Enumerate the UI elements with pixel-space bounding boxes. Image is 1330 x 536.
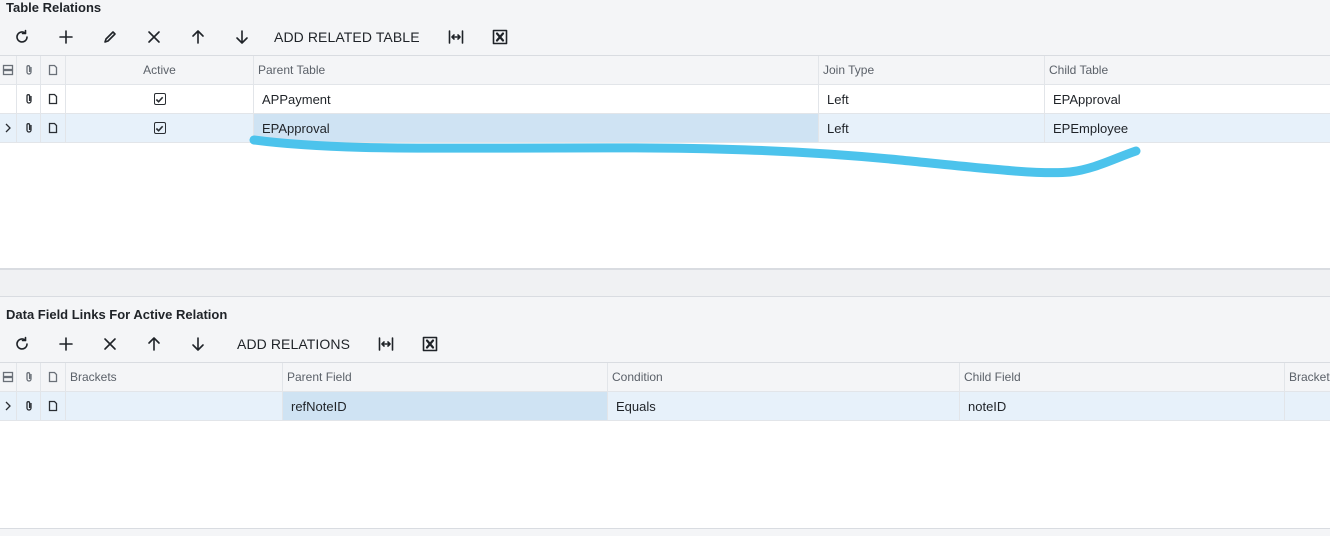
join-type-cell[interactable]: Left: [819, 85, 1045, 113]
chevron-right-icon: [5, 123, 11, 133]
brackets-close-cell[interactable]: [1285, 392, 1330, 420]
parent-table-cell[interactable]: EPApproval: [254, 114, 819, 142]
arrow-up-icon: [148, 337, 160, 351]
plus-icon: [59, 337, 73, 351]
rows-icon: [2, 371, 14, 383]
move-down-button[interactable]: [176, 329, 220, 359]
row-selector-header[interactable]: [0, 56, 17, 84]
chevron-right-icon: [5, 401, 11, 411]
active-checkbox-cell[interactable]: [66, 85, 254, 113]
child-table-cell[interactable]: EPEmployee: [1045, 114, 1330, 142]
parent-table-cell[interactable]: APPayment: [254, 85, 819, 113]
row-note[interactable]: [41, 392, 66, 420]
edit-button[interactable]: [88, 22, 132, 52]
condition-cell[interactable]: Equals: [608, 392, 960, 420]
delete-row-button[interactable]: [132, 22, 176, 52]
fit-columns-button[interactable]: [434, 22, 478, 52]
row-attachment[interactable]: [17, 114, 41, 142]
table-row[interactable]: refNoteID Equals noteID: [0, 392, 1330, 421]
panel-splitter[interactable]: [0, 269, 1330, 297]
delete-row-button[interactable]: [88, 329, 132, 359]
plus-icon: [59, 30, 73, 44]
paperclip-icon: [25, 401, 32, 411]
column-parent-field[interactable]: Parent Field: [283, 363, 608, 391]
row-selector-header[interactable]: [0, 363, 17, 391]
row-note[interactable]: [41, 114, 66, 142]
arrow-up-icon: [192, 30, 204, 44]
note-header: [41, 56, 66, 84]
pencil-icon: [104, 31, 116, 43]
child-table-cell[interactable]: EPApproval: [1045, 85, 1330, 113]
row-selector[interactable]: [0, 392, 17, 420]
attachment-header: [17, 56, 41, 84]
note-icon: [48, 122, 58, 134]
active-checkbox[interactable]: [153, 122, 166, 134]
child-field-cell[interactable]: noteID: [960, 392, 1285, 420]
active-checkbox-cell[interactable]: [66, 114, 254, 142]
refresh-icon: [16, 336, 28, 350]
close-icon: [148, 31, 160, 43]
excel-export-icon: [422, 336, 438, 352]
add-row-button[interactable]: [44, 329, 88, 359]
row-selector[interactable]: [0, 85, 17, 113]
checkmark-icon: [155, 125, 164, 132]
column-condition[interactable]: Condition: [608, 363, 960, 391]
join-type-cell[interactable]: Left: [819, 114, 1045, 142]
export-excel-button[interactable]: [408, 329, 452, 359]
active-checkbox[interactable]: [153, 93, 166, 105]
fit-columns-icon: [378, 337, 394, 351]
paperclip-icon: [25, 123, 32, 133]
fit-columns-button[interactable]: [364, 329, 408, 359]
note-icon: [48, 93, 58, 105]
export-excel-button[interactable]: [478, 22, 522, 52]
column-active[interactable]: Active: [66, 56, 254, 84]
refresh-button[interactable]: [0, 329, 44, 359]
row-attachment[interactable]: [17, 85, 41, 113]
field-links-title: Data Field Links For Active Relation: [6, 307, 228, 322]
brackets-open-cell[interactable]: [66, 392, 283, 420]
field-links-grid: Brackets Parent Field Condition Child Fi…: [0, 362, 1330, 529]
table-relations-toolbar: ADD RELATED TABLE: [0, 22, 522, 52]
row-selector[interactable]: [0, 114, 17, 142]
field-links-header: Brackets Parent Field Condition Child Fi…: [0, 363, 1330, 392]
refresh-icon: [16, 29, 28, 43]
rows-icon: [2, 64, 14, 76]
table-relations-header: Active Parent Table Join Type Child Tabl…: [0, 56, 1330, 85]
paperclip-icon: [25, 372, 32, 382]
note-icon: [48, 64, 58, 76]
fit-columns-icon: [448, 30, 463, 44]
move-up-button[interactable]: [176, 22, 220, 52]
row-note[interactable]: [41, 85, 66, 113]
column-parent-table[interactable]: Parent Table: [254, 56, 819, 84]
refresh-button[interactable]: [0, 22, 44, 52]
arrow-down-icon: [236, 30, 248, 44]
note-header: [41, 363, 66, 391]
column-brackets-close[interactable]: Brackets: [1285, 363, 1330, 391]
paperclip-icon: [25, 65, 32, 75]
checkmark-icon: [155, 96, 164, 103]
excel-export-icon: [492, 29, 507, 45]
move-down-button[interactable]: [220, 22, 264, 52]
table-relations-title: Table Relations: [6, 0, 102, 15]
table-row[interactable]: EPApproval Left EPEmployee: [0, 114, 1330, 143]
field-links-toolbar: ADD RELATIONS: [0, 329, 452, 359]
add-related-table-button[interactable]: ADD RELATED TABLE: [264, 29, 434, 45]
column-child-field[interactable]: Child Field: [960, 363, 1285, 391]
close-icon: [104, 338, 116, 350]
note-icon: [48, 400, 58, 412]
add-row-button[interactable]: [44, 22, 88, 52]
row-attachment[interactable]: [17, 392, 41, 420]
note-icon: [48, 371, 58, 383]
add-relations-button[interactable]: ADD RELATIONS: [220, 336, 364, 352]
table-relations-grid: Active Parent Table Join Type Child Tabl…: [0, 55, 1330, 269]
column-brackets-open[interactable]: Brackets: [66, 363, 283, 391]
paperclip-icon: [25, 94, 32, 104]
attachment-header: [17, 363, 41, 391]
column-child-table[interactable]: Child Table: [1045, 56, 1330, 84]
move-up-button[interactable]: [132, 329, 176, 359]
parent-field-cell[interactable]: refNoteID: [283, 392, 608, 420]
column-join-type[interactable]: Join Type: [819, 56, 1045, 84]
table-row[interactable]: APPayment Left EPApproval: [0, 85, 1330, 114]
arrow-down-icon: [192, 337, 204, 351]
